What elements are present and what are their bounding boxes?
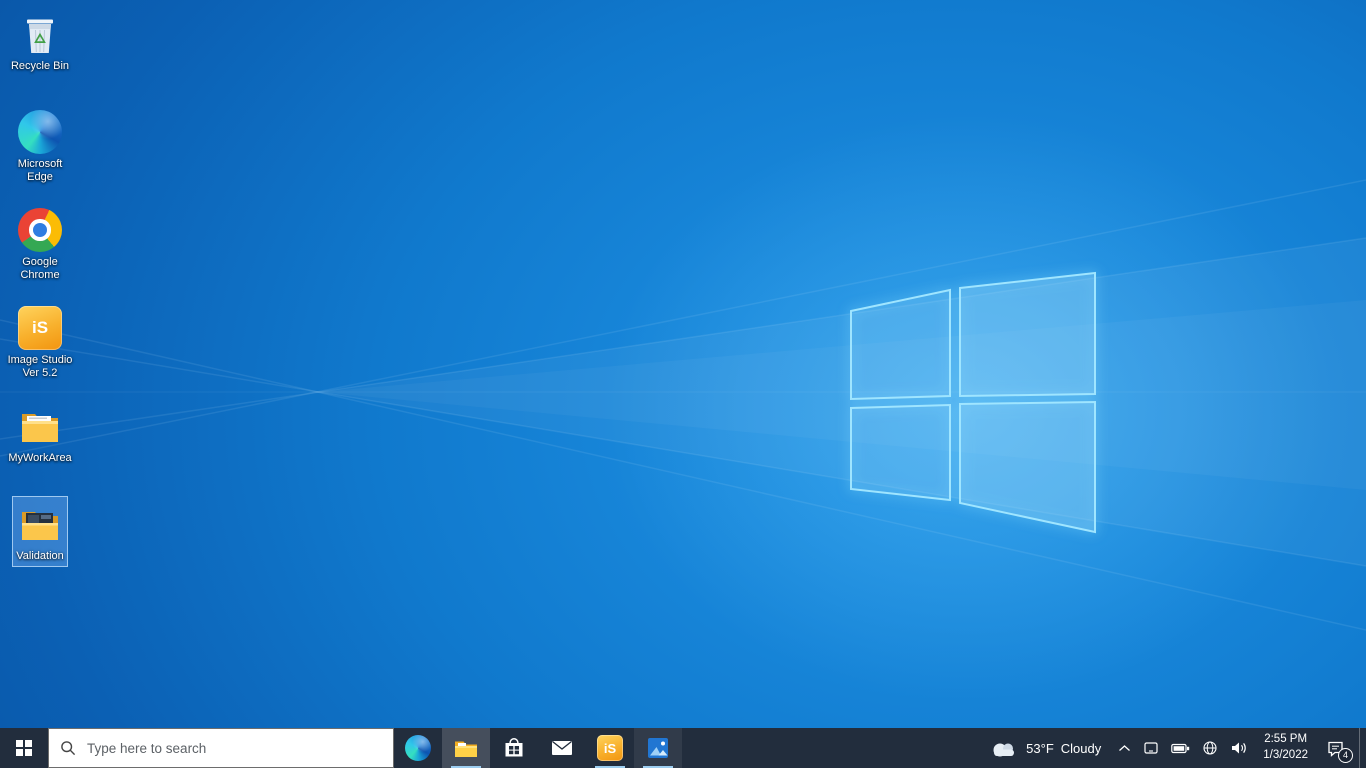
battery-icon — [1171, 743, 1190, 754]
mail-icon — [549, 735, 575, 761]
desktop-icon-label: Google Chrome — [20, 256, 60, 281]
desktop-icon-validation[interactable]: Validation — [0, 496, 80, 594]
tablet-icon — [1143, 740, 1159, 756]
weather-widget[interactable]: 53°F Cloudy — [978, 728, 1112, 768]
desktop[interactable]: Recycle Bin Microsoft Edge Google Chrome — [0, 0, 1366, 768]
taskbar: iS — [0, 728, 1366, 768]
desktop-icon-label: Validation — [16, 550, 64, 562]
action-center-button[interactable]: 4 — [1317, 728, 1359, 768]
desktop-icon-list: Recycle Bin Microsoft Edge Google Chrome — [0, 6, 80, 594]
desktop-icon-label: Microsoft Edge — [17, 158, 63, 183]
edge-icon — [405, 735, 431, 761]
store-icon — [501, 735, 527, 761]
tray-network-button[interactable] — [1196, 728, 1224, 768]
tray-battery-button[interactable] — [1165, 728, 1196, 768]
weather-condition: Cloudy — [1060, 740, 1102, 756]
desktop-icon-google-chrome[interactable]: Google Chrome — [0, 202, 80, 300]
weather-temp: 53°F — [1026, 740, 1054, 756]
taskbar-edge-button[interactable] — [394, 728, 442, 768]
taskbar-store-button[interactable] — [490, 728, 538, 768]
desktop-icon-image-studio[interactable]: iS Image Studio Ver 5.2 — [0, 300, 80, 398]
chrome-icon — [17, 207, 63, 253]
taskbar-photos-button[interactable] — [634, 728, 682, 768]
desktop-icon-label: Image Studio Ver 5.2 — [7, 354, 73, 379]
search-icon — [60, 740, 76, 756]
clock-time: 2:55 PM — [1264, 733, 1308, 746]
volume-icon — [1230, 741, 1248, 755]
chevron-up-icon — [1118, 744, 1131, 753]
photos-icon — [645, 735, 671, 761]
desktop-icon-recycle-bin[interactable]: Recycle Bin — [0, 6, 80, 104]
wallpaper-window-logo — [0, 179, 1366, 631]
notification-badge: 4 — [1338, 748, 1353, 763]
cloud-icon — [989, 738, 1019, 758]
edge-icon — [17, 109, 63, 155]
image-studio-icon: iS — [17, 305, 63, 351]
windows-logo-icon — [16, 740, 32, 756]
taskbar-search[interactable] — [48, 728, 394, 768]
taskbar-mail-button[interactable] — [538, 728, 586, 768]
selection-highlight: Validation — [12, 496, 68, 567]
show-desktop-button[interactable] — [1359, 728, 1366, 768]
start-button[interactable] — [0, 728, 48, 768]
network-icon — [1202, 740, 1218, 756]
search-input[interactable] — [85, 739, 382, 757]
folder-icon — [17, 403, 63, 449]
taskbar-clock[interactable]: 2:55 PM 1/3/2022 — [1254, 728, 1317, 768]
taskbar-file-explorer-button[interactable] — [442, 728, 490, 768]
file-explorer-icon — [453, 735, 479, 761]
tray-chevron-button[interactable] — [1112, 728, 1137, 768]
desktop-icon-myworkarea[interactable]: MyWorkArea — [0, 398, 80, 496]
tray-volume-button[interactable] — [1224, 728, 1254, 768]
desktop-icon-label: Recycle Bin — [10, 60, 70, 72]
taskbar-image-studio-button[interactable]: iS — [586, 728, 634, 768]
folder-icon — [17, 501, 63, 547]
tray-tablet-button[interactable] — [1137, 728, 1165, 768]
clock-date: 1/3/2022 — [1263, 749, 1308, 761]
desktop-icon-microsoft-edge[interactable]: Microsoft Edge — [0, 104, 80, 202]
image-studio-icon: iS — [597, 735, 623, 761]
system-tray: 53°F Cloudy 2:55 PM 1/3/2022 4 — [978, 728, 1366, 768]
desktop-icon-label: MyWorkArea — [8, 452, 72, 464]
recycle-bin-icon — [17, 11, 63, 57]
